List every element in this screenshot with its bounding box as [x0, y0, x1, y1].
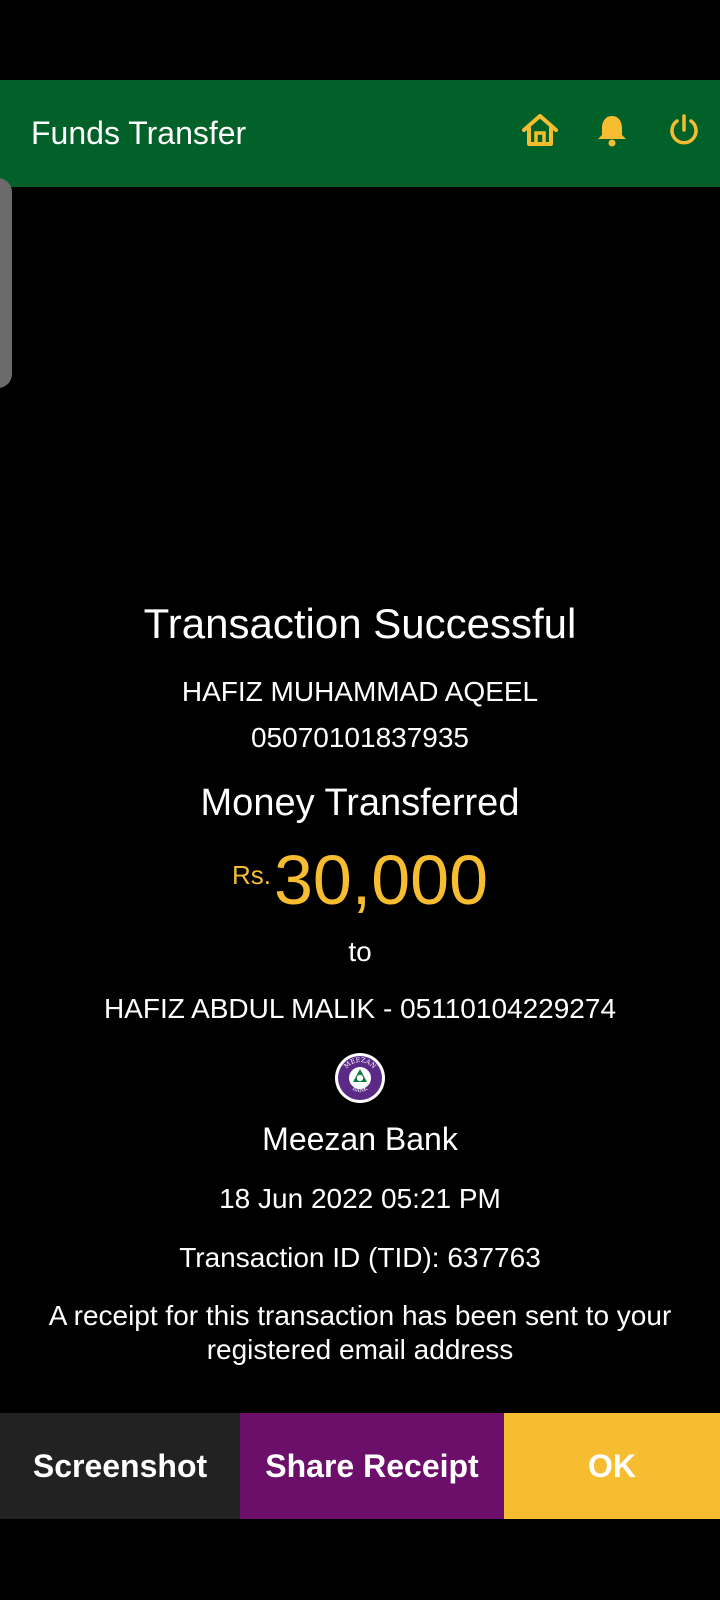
- receipt-note: A receipt for this transaction has been …: [48, 1300, 672, 1365]
- currency-label: Rs.: [231, 859, 271, 890]
- share-receipt-button[interactable]: Share Receipt: [240, 1413, 504, 1519]
- status-title: Transaction Successful: [143, 600, 577, 647]
- power-icon[interactable]: [662, 108, 706, 152]
- screenshot-button[interactable]: Screenshot: [0, 1413, 240, 1519]
- bank-name: Meezan Bank: [262, 1121, 458, 1157]
- ok-button[interactable]: OK: [504, 1413, 720, 1519]
- side-drawer-handle[interactable]: [0, 178, 12, 388]
- to-label: to: [348, 936, 372, 967]
- sender-account: 05070101837935: [250, 722, 469, 753]
- transaction-datetime: 18 Jun 2022 05:21 PM: [219, 1183, 501, 1214]
- app-bar: Funds Transfer: [0, 80, 720, 187]
- bank-logo-icon: MEEZAN BANK: [334, 1052, 386, 1104]
- transfer-label: Money Transferred: [200, 782, 520, 824]
- recipient-details: HAFIZ ABDUL MALIK - 05110104229274: [103, 993, 617, 1024]
- bell-icon[interactable]: [590, 108, 634, 152]
- sender-name: HAFIZ MUHAMMAD AQEEL: [181, 676, 539, 707]
- action-bar: Screenshot Share Receipt OK: [0, 1413, 720, 1519]
- transaction-id: Transaction ID (TID): 637763: [179, 1242, 541, 1273]
- amount-value: 30,000: [273, 841, 489, 919]
- amount-row: Rs. 30,000: [0, 840, 720, 920]
- page-title: Funds Transfer: [31, 115, 247, 151]
- home-icon[interactable]: [518, 108, 562, 152]
